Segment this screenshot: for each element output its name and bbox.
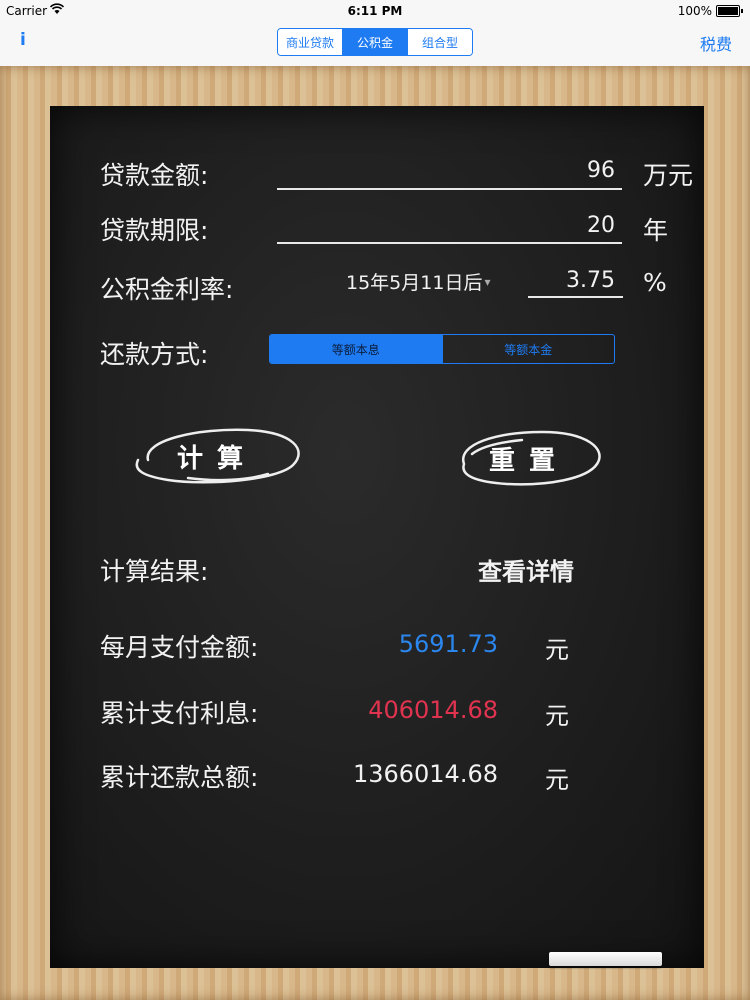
battery-percent: 100% xyxy=(677,4,712,18)
loan-amount-label: 贷款金额: xyxy=(100,161,209,190)
total-interest-unit: 元 xyxy=(545,702,569,730)
monthly-payment-unit: 元 xyxy=(545,636,569,664)
nav-bar: i 商业贷款 公积金 组合型 税费 xyxy=(0,22,750,66)
total-repayment-unit: 元 xyxy=(545,766,569,794)
repayment-method-label: 还款方式: xyxy=(100,340,209,369)
chalk-piece xyxy=(549,952,662,966)
tab-combined[interactable]: 组合型 xyxy=(407,29,472,55)
battery-icon xyxy=(716,5,743,17)
result-label: 计算结果: xyxy=(100,557,209,586)
rate-date-selector[interactable]: 15年5月11日后 ▾ xyxy=(346,268,490,295)
loan-term-label: 贷款期限: xyxy=(100,216,209,245)
loan-term-unit: 年 xyxy=(643,216,669,245)
reset-label: 重置 xyxy=(488,445,569,476)
calculate-button[interactable]: 计算 xyxy=(128,420,306,492)
monthly-payment-value: 5691.73 xyxy=(398,630,498,658)
total-interest-label: 累计支付利息: xyxy=(100,699,259,728)
reset-button[interactable]: 重置 xyxy=(452,424,606,492)
loan-term-underline xyxy=(277,242,622,244)
tax-button[interactable]: 税费 xyxy=(700,31,732,55)
loan-amount-underline xyxy=(277,188,622,190)
status-bar: Carrier 6:11 PM 100% xyxy=(0,0,750,22)
rate-date-text: 15年5月11日后 xyxy=(346,272,483,294)
loan-amount-input[interactable]: 96 xyxy=(500,158,615,183)
monthly-payment-label: 每月支付金额: xyxy=(100,633,259,662)
dropdown-arrow-icon: ▾ xyxy=(484,274,491,289)
loan-type-segmented-control: 商业贷款 公积金 组合型 xyxy=(277,28,473,56)
clock: 6:11 PM xyxy=(347,4,403,18)
info-button[interactable]: i xyxy=(20,30,26,50)
total-repayment-value: 1366014.68 xyxy=(352,760,498,788)
total-interest-value: 406014.68 xyxy=(368,696,498,724)
rate-label: 公积金利率: xyxy=(100,275,234,304)
loan-term-input[interactable]: 20 xyxy=(500,213,615,238)
rate-underline xyxy=(528,296,623,298)
rate-unit: % xyxy=(643,268,667,297)
loan-amount-unit: 万元 xyxy=(643,161,694,190)
method-equal-principal[interactable]: 等额本金 xyxy=(441,335,615,363)
repayment-method-segmented-control: 等额本息 等额本金 xyxy=(269,334,615,364)
method-equal-installment[interactable]: 等额本息 xyxy=(270,335,442,363)
battery-status: 100% xyxy=(677,4,743,18)
rate-input[interactable]: 3.75 xyxy=(530,268,615,293)
view-details-link[interactable]: 查看详情 xyxy=(478,552,574,587)
tab-housing-fund[interactable]: 公积金 xyxy=(342,29,407,55)
total-repayment-label: 累计还款总额: xyxy=(100,763,259,792)
tab-commercial-loan[interactable]: 商业贷款 xyxy=(278,29,342,55)
calculate-label: 计算 xyxy=(176,443,257,474)
